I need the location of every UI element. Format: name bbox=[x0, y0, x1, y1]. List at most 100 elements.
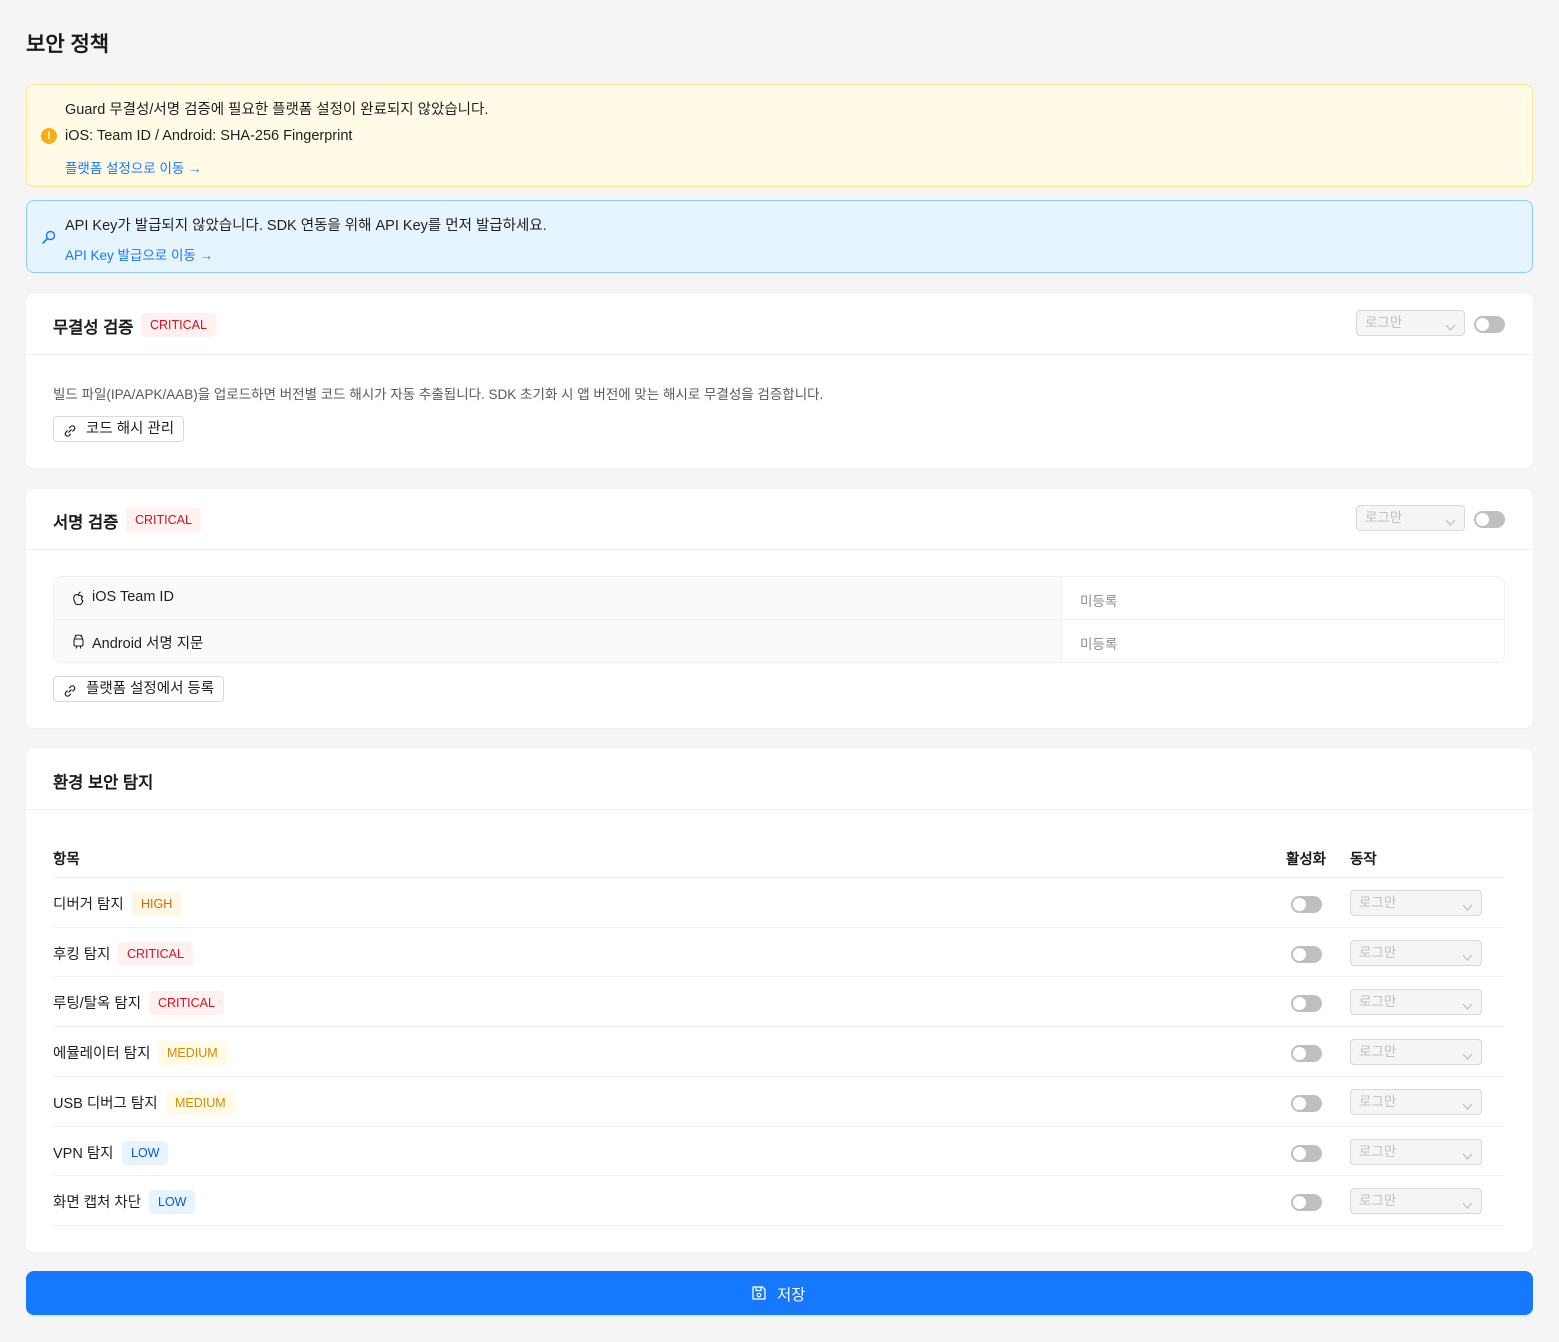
chevron-down-icon bbox=[1462, 1195, 1473, 1219]
env-action-select[interactable]: 로그만 bbox=[1350, 1138, 1482, 1165]
env-severity-badge: LOW bbox=[149, 1190, 196, 1215]
chevron-down-icon bbox=[1445, 317, 1456, 341]
signature-action-select[interactable]: 로그만 bbox=[1356, 505, 1465, 531]
api-key-issue-link[interactable]: API Key 발급으로 이동 → bbox=[65, 244, 213, 264]
env-action-value: 로그만 bbox=[1359, 944, 1397, 960]
chevron-down-icon bbox=[1462, 1146, 1473, 1170]
apple-icon bbox=[72, 591, 85, 611]
integrity-action-value: 로그만 bbox=[1365, 315, 1403, 330]
env-row: 화면 캡처 차단 LOW 로그만 bbox=[53, 1175, 1505, 1225]
column-header-enabled: 활성화 bbox=[1286, 852, 1327, 868]
page-title: 보안 정책 bbox=[26, 33, 110, 56]
api-key-alert-message: API Key가 발급되지 않았습니다. SDK 연동을 위해 API Key를… bbox=[65, 218, 547, 234]
env-action-select[interactable]: 로그만 bbox=[1350, 890, 1482, 916]
signature-info-table: iOS Team ID 미등록 Android 서명 지문 미등록 bbox=[53, 576, 1505, 663]
env-enable-toggle[interactable] bbox=[1291, 1094, 1322, 1112]
env-row: 디버거 탐지 HIGH 로그만 bbox=[53, 877, 1505, 927]
signature-row-ios: iOS Team ID 미등록 bbox=[54, 577, 1504, 620]
env-severity-badge: LOW bbox=[122, 1140, 169, 1165]
env-action-value: 로그만 bbox=[1359, 1143, 1397, 1159]
integrity-card: 무결성 검증 CRITICAL 로그만 빌드 파일(IPA/APK/AAB)을 … bbox=[26, 294, 1533, 468]
register-platform-label: 플랫폼 설정에서 등록 bbox=[86, 681, 215, 697]
environment-card-header: 환경 보안 탐지 bbox=[26, 749, 1533, 810]
column-header-action: 동작 bbox=[1350, 852, 1377, 868]
signature-title: 서명 검증 bbox=[53, 514, 119, 532]
ios-team-id-label: iOS Team ID bbox=[92, 589, 174, 605]
env-item-name: 화면 캡처 차단 bbox=[53, 1195, 142, 1212]
integrity-card-header: 무결성 검증 CRITICAL 로그만 bbox=[26, 294, 1533, 355]
env-action-value: 로그만 bbox=[1359, 1044, 1397, 1060]
signature-label-cell: Android 서명 지문 bbox=[54, 620, 1062, 662]
env-enable-toggle[interactable] bbox=[1291, 995, 1322, 1013]
platform-alert-message: Guard 무결성/서명 검증에 필요한 플랫폼 설정이 완료되지 않았습니다. bbox=[65, 102, 489, 118]
env-item-name: 후킹 탐지 bbox=[53, 946, 111, 963]
env-row: 에뮬레이터 탐지 MEDIUM 로그만 bbox=[53, 1026, 1505, 1076]
env-row: VPN 탐지 LOW 로그만 bbox=[53, 1125, 1505, 1176]
env-action-select[interactable]: 로그만 bbox=[1350, 939, 1482, 966]
platform-alert-detail: iOS: Team ID / Android: SHA-256 Fingerpr… bbox=[65, 128, 353, 144]
env-action-select[interactable]: 로그만 bbox=[1350, 1039, 1482, 1066]
api-key-alert: API Key가 발급되지 않았습니다. SDK 연동을 위해 API Key를… bbox=[26, 200, 1533, 273]
env-item-name: 디버거 탐지 bbox=[53, 897, 124, 913]
env-row: 루팅/탈옥 탐지 CRITICAL 로그만 bbox=[53, 976, 1505, 1026]
signature-severity-badge: CRITICAL bbox=[126, 508, 201, 532]
signature-row-android: Android 서명 지문 미등록 bbox=[54, 620, 1504, 662]
env-enable-toggle[interactable] bbox=[1291, 896, 1322, 913]
chevron-down-icon bbox=[1445, 512, 1456, 536]
save-button[interactable]: 저장 bbox=[26, 1271, 1533, 1315]
link-icon bbox=[63, 422, 77, 446]
code-hash-manage-label: 코드 해시 관리 bbox=[86, 421, 175, 437]
env-action-select[interactable]: 로그만 bbox=[1350, 1088, 1482, 1115]
env-item-name: USB 디버그 탐지 bbox=[53, 1095, 158, 1112]
environment-title: 환경 보안 탐지 bbox=[53, 774, 154, 792]
platform-setup-alert: ! Guard 무결성/서명 검증에 필요한 플랫폼 설정이 완료되지 않았습니… bbox=[26, 84, 1533, 187]
integrity-severity-badge: CRITICAL bbox=[141, 313, 216, 337]
env-severity-badge: CRITICAL bbox=[118, 941, 193, 966]
signature-enable-toggle[interactable] bbox=[1474, 511, 1505, 528]
chevron-down-icon bbox=[1462, 996, 1473, 1020]
android-icon bbox=[72, 634, 85, 654]
env-action-select[interactable]: 로그만 bbox=[1350, 989, 1482, 1016]
platform-settings-link[interactable]: 플랫폼 설정으로 이동 → bbox=[65, 157, 202, 177]
signature-card-header: 서명 검증 CRITICAL 로그만 bbox=[26, 489, 1533, 550]
save-label: 저장 bbox=[777, 1287, 806, 1304]
env-row: 후킹 탐지 CRITICAL 로그만 bbox=[53, 926, 1505, 977]
env-severity-badge: MEDIUM bbox=[166, 1090, 235, 1115]
column-header-item: 항목 bbox=[53, 852, 80, 868]
environment-card: 환경 보안 탐지 항목 활성화 동작 디버거 탐지 HIGH 로그만 후킹 탐지 CRI… bbox=[26, 749, 1533, 1252]
integrity-action-select[interactable]: 로그만 bbox=[1356, 310, 1465, 336]
env-severity-badge: CRITICAL bbox=[149, 991, 224, 1016]
register-platform-button[interactable]: 플랫폼 설정에서 등록 bbox=[53, 676, 225, 702]
env-severity-badge: MEDIUM bbox=[158, 1041, 227, 1066]
env-action-value: 로그만 bbox=[1359, 1093, 1397, 1109]
env-action-select[interactable]: 로그만 bbox=[1350, 1188, 1482, 1215]
env-row: USB 디버그 탐지 MEDIUM 로그만 bbox=[53, 1075, 1505, 1126]
link-icon bbox=[63, 682, 77, 706]
integrity-description: 빌드 파일(IPA/APK/AAB)을 업로드하면 버전별 코드 해시가 자동 … bbox=[53, 387, 824, 402]
warning-icon: ! bbox=[41, 128, 57, 144]
integrity-enable-toggle[interactable] bbox=[1474, 316, 1505, 333]
ios-team-id-value: 미등록 bbox=[1080, 594, 1118, 609]
table-bottom-divider bbox=[53, 1224, 1505, 1226]
env-enable-toggle[interactable] bbox=[1291, 1045, 1322, 1063]
chevron-down-icon bbox=[1462, 1046, 1473, 1070]
code-hash-manage-button[interactable]: 코드 해시 관리 bbox=[53, 416, 185, 442]
env-item-name: 루팅/탈옥 탐지 bbox=[53, 996, 142, 1013]
android-fingerprint-value: 미등록 bbox=[1080, 637, 1118, 652]
env-item-name: VPN 탐지 bbox=[53, 1145, 114, 1162]
chevron-down-icon bbox=[1462, 947, 1473, 971]
signature-card: 서명 검증 CRITICAL 로그만 iOS Team ID 미등록 Andro… bbox=[26, 489, 1533, 728]
env-enable-toggle[interactable] bbox=[1291, 945, 1322, 963]
env-enable-toggle[interactable] bbox=[1291, 1194, 1322, 1212]
save-icon bbox=[751, 1285, 767, 1306]
chevron-down-icon bbox=[1462, 1096, 1473, 1120]
key-icon bbox=[41, 229, 57, 250]
env-action-value: 로그만 bbox=[1359, 895, 1397, 910]
env-enable-toggle[interactable] bbox=[1291, 1144, 1322, 1162]
env-action-value: 로그만 bbox=[1359, 1193, 1397, 1209]
android-fingerprint-label: Android 서명 지문 bbox=[92, 636, 204, 652]
env-action-value: 로그만 bbox=[1359, 994, 1397, 1010]
env-item-name: 에뮬레이터 탐지 bbox=[53, 1046, 151, 1063]
chevron-down-icon bbox=[1462, 897, 1473, 921]
env-severity-badge: HIGH bbox=[132, 892, 182, 916]
